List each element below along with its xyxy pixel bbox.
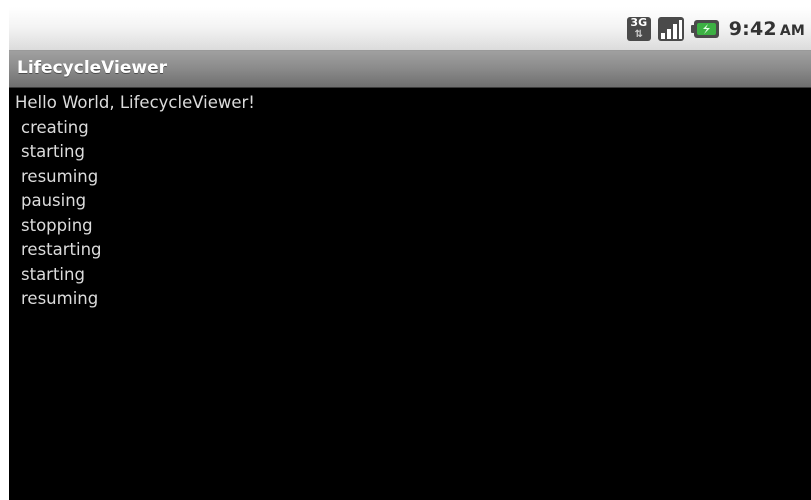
status-bar: 3G ⇅ 9:42 AM [9,7,811,51]
log-line-restarting: restarting [21,240,102,259]
greeting-text: Hello World, LifecycleViewer! [15,93,255,112]
log-line-resuming-2: resuming [21,289,99,308]
3g-data-icon: 3G ⇅ [626,16,651,41]
app-title: LifecycleViewer [17,58,168,78]
activity-content: Hello World, LifecycleViewer! creating s… [15,91,805,312]
log-line-resuming: resuming [21,166,99,186]
data-activity-arrows: ⇅ [634,29,643,40]
log-line-pausing: pausing [21,191,87,210]
clock-time: 9:42 [728,18,777,40]
battery-icon [690,20,719,38]
status-clock: 9:42 AM [729,18,805,40]
signal-strength-icon [657,17,684,41]
log-line-starting-2: starting [21,264,85,284]
log-line-stopping: stopping [21,215,93,235]
clock-ampm: AM [779,23,805,39]
app-title-bar: LifecycleViewer [9,51,811,88]
device-screen: 3G ⇅ 9:42 AM LifecycleViewer Hello World,… [9,7,811,500]
network-type-label: 3G [630,16,648,29]
log-line-starting: starting [21,142,85,161]
log-line-creating: creating [21,117,89,137]
status-icons: 3G ⇅ 9:42 AM [626,15,805,43]
